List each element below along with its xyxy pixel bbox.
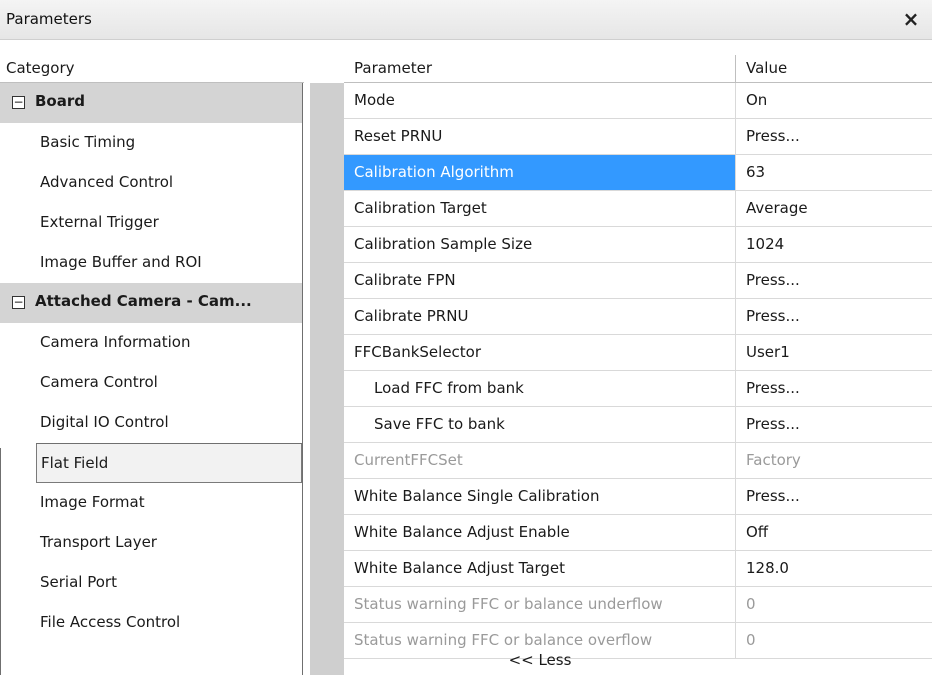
parameter-value-cell[interactable]: Press...: [736, 407, 932, 442]
category-label: File Access Control: [40, 613, 181, 631]
parameter-value-cell[interactable]: Press...: [736, 263, 932, 298]
parameter-name-cell[interactable]: Calibration Target: [344, 191, 736, 226]
scroll-gutter[interactable]: [310, 83, 344, 675]
parameter-name-cell[interactable]: Calibration Algorithm: [344, 155, 736, 190]
parameter-value-cell[interactable]: User1: [736, 335, 932, 370]
parameter-name-cell[interactable]: White Balance Adjust Enable: [344, 515, 736, 550]
table-row[interactable]: White Balance Adjust Target 128.0: [344, 551, 932, 587]
parameter-name-cell[interactable]: Mode: [344, 83, 736, 118]
parameter-value-cell[interactable]: Press...: [736, 479, 932, 514]
parameter-value-cell[interactable]: 63: [736, 155, 932, 190]
category-item-image-buffer-and-roi[interactable]: Image Buffer and ROI: [0, 243, 302, 283]
grid-header: Parameter Value: [344, 55, 932, 83]
table-row[interactable]: Calibration Algorithm 63: [344, 155, 932, 191]
category-label: Digital IO Control: [40, 413, 169, 431]
tree-divider: [36, 443, 303, 444]
category-label: Advanced Control: [40, 173, 174, 191]
category-label: Attached Camera - Cam...: [35, 292, 252, 310]
category-item-external-trigger[interactable]: External Trigger: [0, 203, 302, 243]
category-item-file-access-control[interactable]: File Access Control: [0, 603, 302, 643]
parameter-grid: Mode On Reset PRNU Press... Calibration Algo…: [344, 83, 932, 659]
window-title: Parameters: [6, 10, 92, 28]
table-row[interactable]: Calibrate FPN Press...: [344, 263, 932, 299]
category-label: Camera Information: [40, 333, 191, 351]
category-group-attached-camera-cam[interactable]: − Attached Camera - Cam...: [0, 283, 302, 323]
category-label: Serial Port: [40, 573, 117, 591]
category-item-camera-control[interactable]: Camera Control: [0, 363, 302, 403]
parameter-value-cell[interactable]: Press...: [736, 299, 932, 334]
category-item-basic-timing[interactable]: Basic Timing: [0, 123, 302, 163]
category-label: Board: [35, 92, 85, 110]
tree-divider: [0, 448, 1, 675]
category-label: Transport Layer: [40, 533, 157, 551]
less-button[interactable]: << Less: [344, 651, 736, 675]
category-label: External Trigger: [40, 213, 159, 231]
parameter-value-cell[interactable]: Off: [736, 515, 932, 550]
category-item-advanced-control[interactable]: Advanced Control: [0, 163, 302, 203]
collapse-icon[interactable]: −: [12, 296, 25, 309]
value-column-header[interactable]: Value: [736, 55, 932, 82]
category-item-digital-io-control[interactable]: Digital IO Control: [0, 403, 302, 443]
parameter-name-cell[interactable]: Calibration Sample Size: [344, 227, 736, 262]
parameter-value-cell: Factory: [746, 451, 801, 469]
parameter-name-cell[interactable]: White Balance Adjust Target: [344, 551, 736, 586]
parameter-value-cell: 0: [746, 631, 756, 649]
parameter-name-cell[interactable]: White Balance Single Calibration: [344, 479, 736, 514]
table-row[interactable]: White Balance Single Calibration Press...: [344, 479, 932, 515]
parameter-value-cell[interactable]: 128.0: [736, 551, 932, 586]
category-item-camera-information[interactable]: Camera Information: [0, 323, 302, 363]
category-label: Camera Control: [40, 373, 158, 391]
category-label: Image Buffer and ROI: [40, 253, 202, 271]
parameter-name-cell[interactable]: CurrentFFCSet: [344, 443, 736, 478]
parameter-name-cell[interactable]: Calibrate FPN: [344, 263, 736, 298]
close-button[interactable]: ×: [900, 6, 922, 32]
parameter-name-cell[interactable]: Reset PRNU: [344, 119, 736, 154]
table-row[interactable]: Reset PRNU Press...: [344, 119, 932, 155]
category-item-transport-layer[interactable]: Transport Layer: [0, 523, 302, 563]
title-bar: Parameters ×: [0, 0, 932, 40]
parameter-name-cell[interactable]: Calibrate PRNU: [344, 299, 736, 334]
parameter-value-cell: 0: [746, 595, 756, 613]
parameter-column-header[interactable]: Parameter: [344, 55, 736, 82]
table-row[interactable]: Calibration Target Average: [344, 191, 932, 227]
category-item-serial-port[interactable]: Serial Port: [0, 563, 302, 603]
parameter-value-cell[interactable]: On: [736, 83, 932, 118]
table-row[interactable]: White Balance Adjust Enable Off: [344, 515, 932, 551]
parameter-name-cell[interactable]: Load FFC from bank: [344, 371, 736, 406]
parameter-name-cell[interactable]: FFCBankSelector: [344, 335, 736, 370]
category-label: Flat Field: [41, 454, 109, 472]
category-label: Basic Timing: [40, 133, 136, 151]
table-row[interactable]: Save FFC to bank Press...: [344, 407, 932, 443]
category-item-flat-field[interactable]: Flat Field: [36, 443, 302, 483]
category-group-board[interactable]: − Board: [0, 83, 302, 123]
parameter-value-cell[interactable]: Press...: [736, 119, 932, 154]
category-tree: File Access Control Serial Port Transport …: [0, 83, 304, 675]
parameter-name-cell[interactable]: Save FFC to bank: [344, 407, 736, 442]
category-item-image-format[interactable]: Image Format: [0, 483, 302, 523]
tree-divider: [302, 83, 303, 675]
parameter-value-cell[interactable]: Average: [736, 191, 932, 226]
table-row[interactable]: FFCBankSelector User1: [344, 335, 932, 371]
table-row[interactable]: Status warning FFC or balance underflow 0: [344, 587, 932, 623]
table-row[interactable]: Load FFC from bank Press...: [344, 371, 932, 407]
parameter-value-cell[interactable]: 1024: [736, 227, 932, 262]
table-row[interactable]: Calibration Sample Size 1024: [344, 227, 932, 263]
category-column-header: Category: [0, 55, 304, 83]
table-row[interactable]: CurrentFFCSet Factory: [344, 443, 932, 479]
parameter-name-cell[interactable]: Status warning FFC or balance underflow: [344, 587, 736, 622]
collapse-icon[interactable]: −: [12, 96, 25, 109]
category-label: Image Format: [40, 493, 145, 511]
table-row[interactable]: Calibrate PRNU Press...: [344, 299, 932, 335]
table-row[interactable]: Mode On: [344, 83, 932, 119]
parameter-value-cell[interactable]: Press...: [736, 371, 932, 406]
